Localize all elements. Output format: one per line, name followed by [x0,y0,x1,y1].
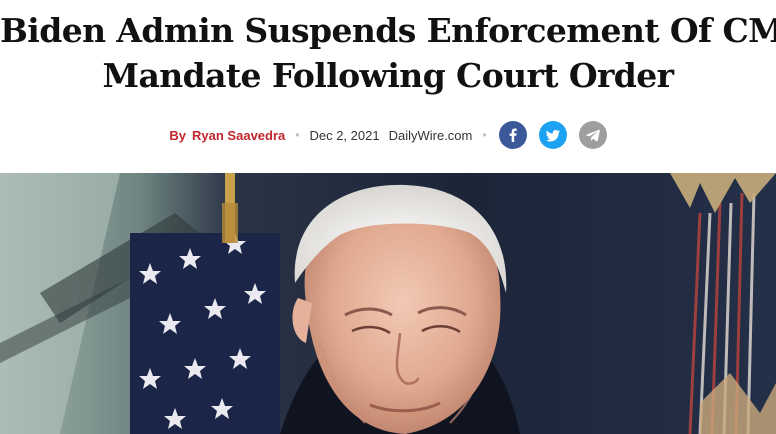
headline-line-1: Biden Admin Suspends Enforcement Of CMS [0,11,776,50]
facebook-share-button[interactable] [498,121,527,149]
article-hero-photo [0,173,776,434]
social-share-buttons [498,121,607,149]
twitter-share-button[interactable] [538,121,567,149]
twitter-icon [545,130,560,142]
telegram-share-button[interactable] [578,121,607,149]
telegram-icon [585,129,600,142]
hero-photo-illustration [0,173,776,434]
separator-dot: • [482,128,487,142]
article-headline: Biden Admin Suspends Enforcement Of CMS … [0,8,776,98]
byline-prefix: By [169,127,187,143]
author-link[interactable]: Ryan Saavedra [192,128,285,143]
facebook-icon [509,128,517,142]
publish-date: Dec 2, 2021 [309,127,380,143]
source-name: DailyWire.com [388,127,473,143]
headline-line-2: Mandate Following Court Order [102,56,674,95]
article-byline: By Ryan Saavedra • Dec 2, 2021 DailyWire… [0,118,776,152]
separator-dot: • [295,128,300,142]
